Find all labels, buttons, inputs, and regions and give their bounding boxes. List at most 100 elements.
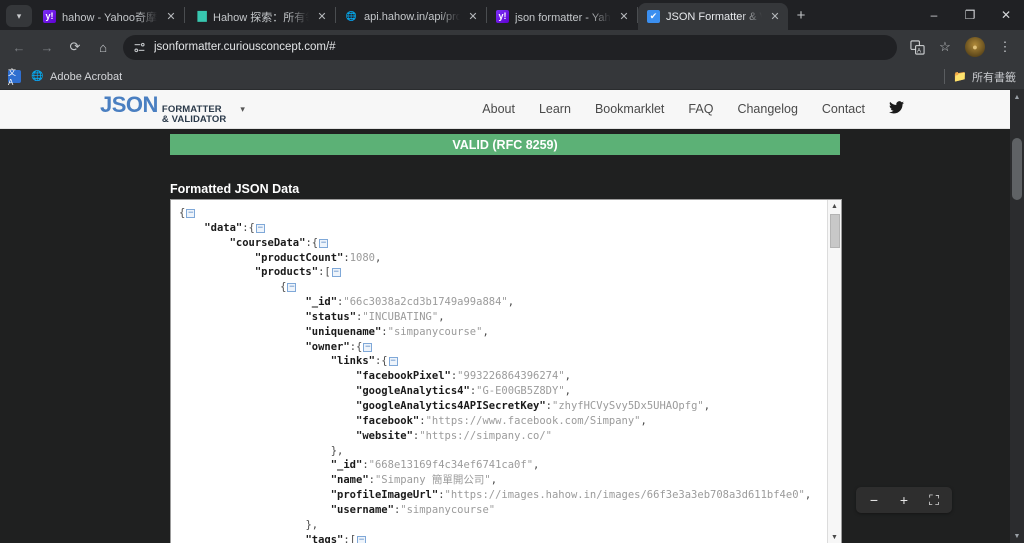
fullscreen-button[interactable]: ⛶ bbox=[920, 487, 948, 513]
tab-strip: ▾ y! hahow - Yahoo奇摩 搜尋結果 ✕ ▐█ Hahow 探索：所有領域… bbox=[0, 0, 1024, 30]
json-line: "uniquename":"simpanycourse", bbox=[305, 325, 489, 338]
url-text: jsonformatter.curiousconcept.com/# bbox=[154, 41, 336, 53]
nav-link-about[interactable]: About bbox=[482, 102, 515, 116]
acrobat-icon: 🌐 bbox=[31, 71, 44, 82]
site-navigation: About Learn Bookmarklet FAQ Changelog Contact bbox=[482, 101, 904, 117]
json-line: "_id":"668e13169f4c34ef6741ca0f", bbox=[330, 459, 540, 472]
all-bookmarks-label: 所有書籤 bbox=[972, 71, 1016, 84]
tab-close-icon[interactable]: ✕ bbox=[617, 10, 631, 24]
logo-line2: & VALIDATOR bbox=[161, 114, 227, 125]
yahoo-favicon-icon: y! bbox=[43, 10, 56, 23]
window-controls: – ❐ ✕ bbox=[916, 0, 1024, 30]
json-line: {− bbox=[280, 281, 297, 294]
zoom-out-button[interactable]: − bbox=[860, 487, 888, 513]
chevron-down-icon[interactable]: ▾ bbox=[240, 104, 245, 115]
json-line: "courseData":{− bbox=[229, 236, 329, 249]
collapse-toggle-icon[interactable]: − bbox=[331, 268, 341, 278]
tab-title: Hahow 探索：所有領域 bbox=[213, 11, 309, 24]
browser-tab[interactable]: y! hahow - Yahoo奇摩 搜尋結果 ✕ bbox=[34, 3, 184, 30]
nav-link-bookmarklet[interactable]: Bookmarklet bbox=[595, 102, 664, 116]
new-tab-button[interactable]: + bbox=[788, 2, 814, 28]
forward-button[interactable]: → bbox=[34, 34, 60, 60]
json-line: "website":"https://simpany.co/" bbox=[356, 429, 553, 442]
json-line: "links":{− bbox=[330, 355, 398, 368]
chrome-menu-button[interactable]: ⋮ bbox=[992, 34, 1018, 60]
json-line: "tags":[− bbox=[305, 533, 367, 543]
json-line: "facebook":"https://www.facebook.com/Sim… bbox=[356, 414, 647, 427]
tab-close-icon[interactable]: ✕ bbox=[164, 10, 178, 24]
vertical-scroll-thumb[interactable] bbox=[829, 214, 840, 248]
tab-search-button[interactable]: ▾ bbox=[6, 5, 32, 27]
translate-bookmark-icon[interactable]: 文A bbox=[8, 68, 21, 87]
collapse-toggle-icon[interactable]: − bbox=[319, 238, 329, 248]
all-bookmarks-button[interactable]: 📁 所有書籤 bbox=[953, 69, 1016, 85]
browser-tab[interactable]: 🌐 api.hahow.in/api/products/se ✕ bbox=[336, 3, 486, 30]
json-line: {− bbox=[179, 207, 196, 219]
collapse-toggle-icon[interactable]: − bbox=[255, 223, 265, 233]
bookmark-star-icon[interactable]: ☆ bbox=[932, 34, 958, 60]
collapse-toggle-icon[interactable]: − bbox=[287, 283, 297, 293]
site-logo[interactable]: JSON FORMATTER & VALIDATOR ▾ bbox=[100, 92, 245, 125]
browser-tab-active[interactable]: ✔ JSON Formatter & Validator ✕ bbox=[638, 3, 788, 30]
yahoo-favicon-icon: y! bbox=[496, 10, 509, 23]
tab-title: json formatter - Yahoo奇摩 搜 bbox=[515, 11, 611, 24]
tab-title: JSON Formatter & Validator bbox=[666, 10, 762, 23]
bookmark-item-adobe-acrobat[interactable]: 🌐 Adobe Acrobat bbox=[31, 70, 122, 83]
reload-button[interactable]: ⟳ bbox=[62, 34, 88, 60]
tab-close-icon[interactable]: ✕ bbox=[315, 10, 329, 24]
tab-close-icon[interactable]: ✕ bbox=[768, 10, 782, 24]
formatted-json-label: Formatted JSON Data bbox=[170, 182, 300, 196]
json-output-panel: {− "data":{− "courseData":{− "productCou… bbox=[170, 199, 842, 543]
home-button[interactable]: ⌂ bbox=[90, 34, 116, 60]
bookmarks-bar: 文A 🌐 Adobe Acrobat 📁 所有書籤 bbox=[0, 64, 1024, 90]
tab-title: hahow - Yahoo奇摩 搜尋結果 bbox=[62, 11, 158, 24]
minimize-button[interactable]: – bbox=[916, 0, 952, 30]
collapse-toggle-icon[interactable]: − bbox=[388, 357, 398, 367]
profile-avatar[interactable]: ● bbox=[965, 37, 985, 57]
scroll-up-arrow-icon[interactable]: ▲ bbox=[828, 200, 842, 213]
json-line: "data":{− bbox=[204, 221, 265, 234]
page-scroll-thumb[interactable] bbox=[1012, 138, 1022, 200]
collapse-toggle-icon[interactable]: − bbox=[363, 342, 373, 352]
close-window-button[interactable]: ✕ bbox=[988, 0, 1024, 30]
maximize-button[interactable]: ❐ bbox=[952, 0, 988, 30]
zoom-in-button[interactable]: + bbox=[890, 487, 918, 513]
json-line: "productCount":1080, bbox=[254, 251, 382, 264]
page-scroll-up-icon[interactable]: ▲ bbox=[1010, 90, 1024, 104]
json-line: "owner":{− bbox=[305, 340, 373, 353]
translate-icon[interactable]: A bbox=[904, 34, 930, 60]
json-line: "status":"INCUBATING", bbox=[305, 310, 445, 323]
json-line: "googleAnalytics4APISecretKey":"zhyfHCVy… bbox=[356, 399, 711, 412]
nav-link-contact[interactable]: Contact bbox=[822, 102, 865, 116]
page-scrollbar[interactable]: ▲ ▼ bbox=[1010, 90, 1024, 543]
nav-link-changelog[interactable]: Changelog bbox=[737, 102, 797, 116]
browser-tab[interactable]: ▐█ Hahow 探索：所有領域 ✕ bbox=[185, 3, 335, 30]
browser-tab[interactable]: y! json formatter - Yahoo奇摩 搜 ✕ bbox=[487, 3, 637, 30]
json-line: "_id":"66c3038a2cd3b1749a99a884", bbox=[305, 296, 515, 309]
twitter-bird-icon[interactable] bbox=[889, 101, 904, 117]
nav-link-faq[interactable]: FAQ bbox=[688, 102, 713, 116]
json-line: }, bbox=[305, 518, 319, 531]
nav-link-learn[interactable]: Learn bbox=[539, 102, 571, 116]
address-bar[interactable]: jsonformatter.curiousconcept.com/# bbox=[123, 34, 897, 60]
json-line: "username":"simpanycourse" bbox=[330, 503, 496, 516]
status-badge-valid: VALID (RFC 8259) bbox=[170, 134, 840, 155]
web-page: JSON FORMATTER & VALIDATOR ▾ About Learn B… bbox=[0, 90, 1010, 543]
scroll-down-arrow-icon[interactable]: ▼ bbox=[828, 531, 842, 543]
tab-close-icon[interactable]: ✕ bbox=[466, 10, 480, 24]
collapse-toggle-icon[interactable]: − bbox=[357, 535, 367, 543]
check-favicon-icon: ✔ bbox=[647, 10, 660, 23]
json-line: "products":[− bbox=[254, 266, 341, 279]
page-scroll-down-icon[interactable]: ▼ bbox=[1010, 529, 1024, 543]
page-viewport: JSON FORMATTER & VALIDATOR ▾ About Learn B… bbox=[0, 90, 1024, 543]
bookmarks-bar-right: 📁 所有書籤 bbox=[944, 69, 1016, 85]
json-vertical-scrollbar[interactable]: ▲ ▼ bbox=[827, 200, 841, 543]
json-code-area[interactable]: {− "data":{− "courseData":{− "productCou… bbox=[171, 200, 827, 543]
site-settings-icon[interactable] bbox=[133, 41, 146, 54]
collapse-toggle-icon[interactable]: − bbox=[186, 209, 196, 218]
bookmark-label: Adobe Acrobat bbox=[50, 70, 123, 83]
toolbar-actions: A ☆ ● ⋮ bbox=[904, 34, 1018, 60]
json-line: "googleAnalytics4":"G-E00GB5Z8DY", bbox=[356, 385, 571, 398]
json-line: "profileImageUrl":"https://images.hahow.… bbox=[330, 489, 812, 502]
back-button[interactable]: ← bbox=[6, 34, 32, 60]
